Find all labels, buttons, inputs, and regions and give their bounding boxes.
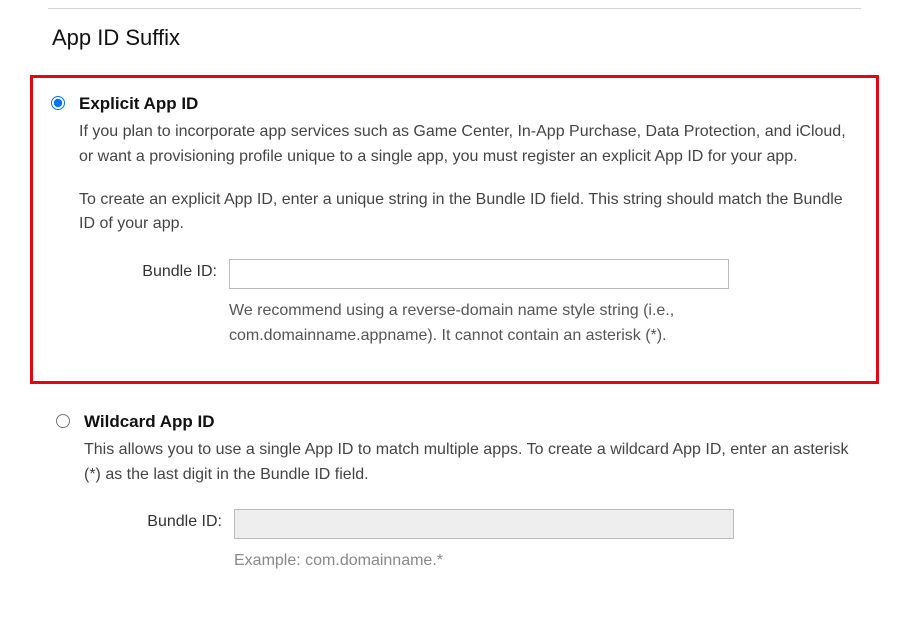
explicit-bundle-hint: We recommend using a reverse-domain name… [229, 299, 749, 349]
explicit-desc-2: To create an explicit App ID, enter a un… [79, 188, 858, 238]
explicit-app-id-highlight: Explicit App ID If you plan to incorpora… [30, 75, 879, 384]
explicit-option-block: Explicit App ID If you plan to incorpora… [43, 94, 858, 359]
wildcard-bundle-input[interactable] [234, 509, 734, 539]
section-title: App ID Suffix [52, 25, 861, 51]
wildcard-title: Wildcard App ID [84, 412, 861, 432]
explicit-bundle-label: Bundle ID: [79, 259, 229, 281]
wildcard-bundle-hint: Example: com.domainname.* [234, 549, 754, 574]
explicit-bundle-input[interactable] [229, 259, 729, 289]
top-divider [48, 8, 861, 9]
wildcard-bundle-field-row: Bundle ID: Example: com.domainname.* [84, 509, 861, 574]
explicit-desc-1: If you plan to incorporate app services … [79, 120, 858, 170]
explicit-title: Explicit App ID [79, 94, 858, 114]
wildcard-bundle-label: Bundle ID: [84, 509, 234, 531]
wildcard-option-block: Wildcard App ID This allows you to use a… [48, 412, 861, 584]
wildcard-app-id-radio[interactable] [56, 414, 70, 428]
explicit-app-id-radio[interactable] [51, 96, 65, 110]
explicit-bundle-field-row: Bundle ID: We recommend using a reverse-… [79, 259, 858, 349]
wildcard-desc: This allows you to use a single App ID t… [84, 438, 861, 488]
